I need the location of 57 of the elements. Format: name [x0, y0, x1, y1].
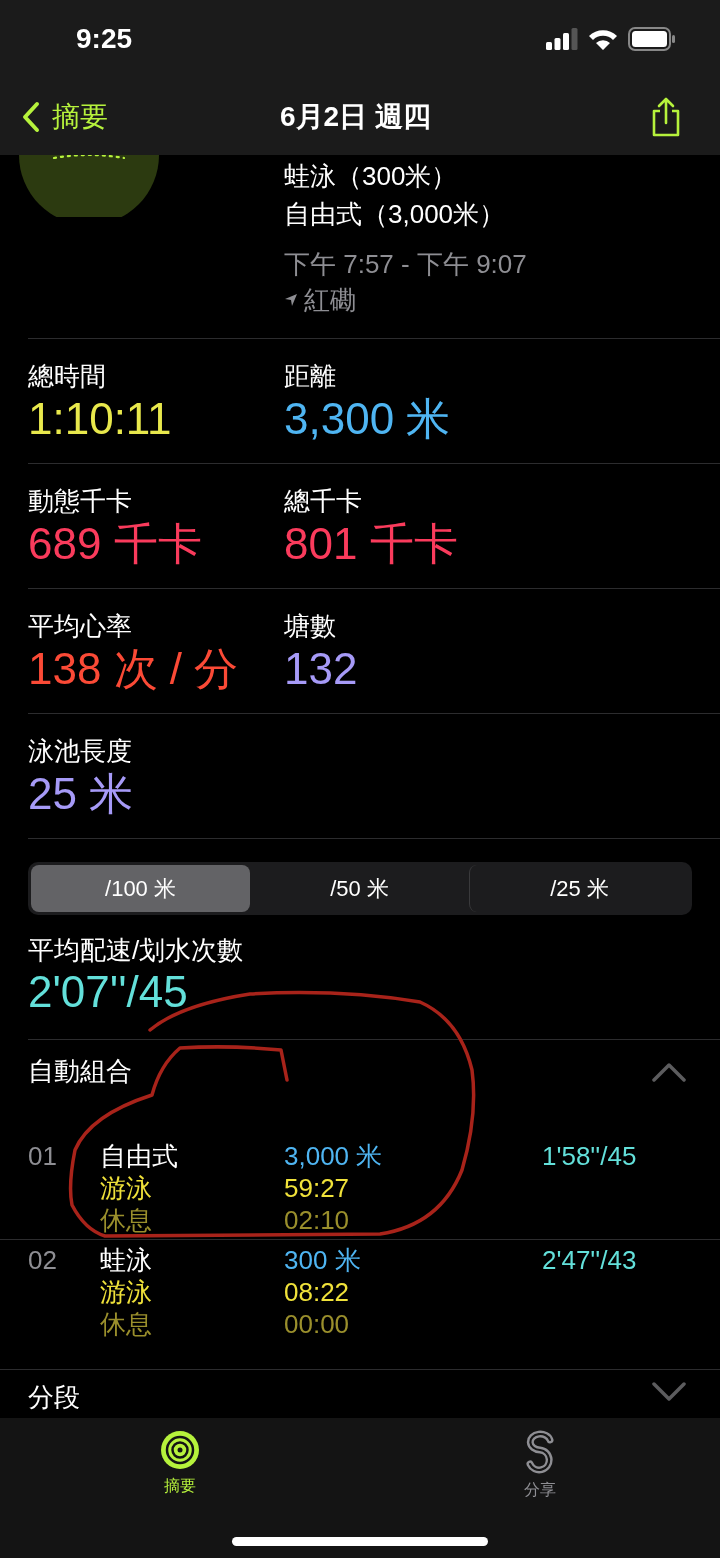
wifi-icon: [588, 28, 618, 50]
stat-label: 泳池長度: [28, 735, 133, 768]
stroke-summary: 自由式（3,000米）: [284, 198, 507, 231]
swim-label: 游泳: [100, 1172, 153, 1204]
rest-label: 休息: [100, 1204, 153, 1236]
stat-value: 25 米: [28, 768, 135, 820]
set-pace: 1'58''/45: [542, 1140, 637, 1173]
stroke-summary: 蛙泳（300米）: [284, 160, 459, 193]
expand-chevron-icon[interactable]: [652, 1382, 686, 1402]
section-title: 自動組合: [28, 1055, 132, 1088]
battery-icon: [628, 27, 676, 51]
set-pace: 2'47''/43: [542, 1244, 637, 1277]
back-chevron-icon: [22, 100, 40, 133]
set-distance: 300 米: [284, 1244, 362, 1276]
stat-label: 塘數: [284, 610, 337, 643]
stat-label: 動態千卡: [28, 485, 133, 518]
segment-tab[interactable]: /50 米: [250, 865, 469, 912]
signal-icon: [546, 28, 578, 50]
stat-value: 1:10:11: [28, 393, 173, 445]
pace-value: 2'07''/45: [28, 967, 189, 1017]
nav-title: 6月2日 週四: [280, 99, 431, 134]
swim-time: 59:27: [284, 1172, 351, 1204]
stat-label: 總千卡: [284, 485, 363, 518]
set-stroke: 蛙泳: [100, 1244, 153, 1276]
stat-label: 距離: [284, 360, 337, 393]
rest-time: 02:10: [284, 1204, 351, 1236]
stat-label: 總時間: [28, 360, 107, 393]
set-index: 02: [27, 1244, 58, 1277]
set-distance: 3,000 米: [284, 1140, 384, 1172]
tab-item[interactable]: 分享: [360, 1430, 720, 1502]
collapse-chevron-icon[interactable]: [652, 1061, 686, 1082]
segment-tab[interactable]: /25 米: [469, 865, 689, 912]
status-time: 9:25: [76, 22, 133, 56]
sharing-icon: [524, 1430, 556, 1474]
stat-value: 132: [284, 643, 358, 695]
location-arrow-icon: [284, 293, 298, 307]
rings-icon: [160, 1430, 200, 1470]
rest-time: 00:00: [284, 1308, 351, 1340]
stat-value: 689 千卡: [28, 518, 203, 570]
time-range: 下午 7:57 - 下午 9:07: [284, 248, 527, 281]
rest-label: 休息: [100, 1308, 153, 1340]
set-index: 01: [27, 1140, 58, 1173]
share-icon[interactable]: [650, 96, 682, 137]
stat-value: 3,300 米: [284, 393, 451, 445]
segment-tab[interactable]: /100 米: [31, 865, 250, 912]
set-stroke: 自由式: [100, 1140, 179, 1172]
swim-time: 08:22: [284, 1276, 351, 1308]
stat-value: 138 次 / 分: [28, 643, 240, 695]
pace-label: 平均配速/划水次數: [28, 934, 245, 967]
swim-label: 游泳: [100, 1276, 153, 1308]
section-title: 分段: [28, 1382, 80, 1412]
activity-ring-icon: [18, 155, 160, 217]
tab-item[interactable]: 摘要: [0, 1430, 360, 1502]
stat-value: 801 千卡: [284, 518, 458, 570]
location: 紅磡: [304, 284, 356, 317]
back-button[interactable]: 摘要: [22, 95, 108, 138]
stat-label: 平均心率: [28, 610, 133, 643]
